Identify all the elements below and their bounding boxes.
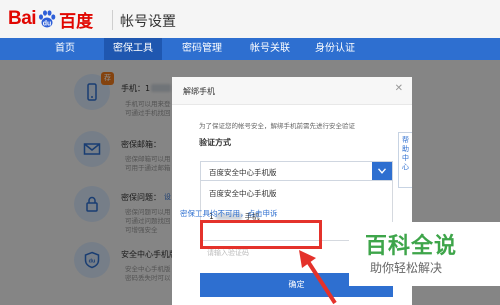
- page-title: 帐号设置: [120, 14, 176, 30]
- code-input-placeholder[interactable]: 请输入验证码: [207, 248, 249, 258]
- highlight-box: [200, 220, 322, 249]
- select-value: 百度安全中心手机版: [209, 168, 277, 177]
- logo-text-bai: Bai: [8, 8, 37, 29]
- paw-icon: du: [39, 10, 56, 28]
- dropdown-option[interactable]: 百度安全中心手机版: [209, 188, 277, 199]
- nav-item-password[interactable]: 密码管理: [172, 38, 232, 60]
- verify-method-select[interactable]: 百度安全中心手机版: [200, 161, 393, 181]
- nav-item-identity[interactable]: 身份认证: [305, 38, 365, 60]
- nav-item-home[interactable]: 首页: [40, 38, 90, 60]
- watermark-title: 百科全说: [365, 234, 458, 259]
- select-toggle[interactable]: [372, 162, 392, 180]
- arrow-icon: [299, 250, 337, 305]
- verify-method-label: 验证方式: [199, 138, 231, 147]
- help-center-tab[interactable]: 帮助中心: [398, 132, 412, 188]
- appeal-link[interactable]: 密保工具均不可用，点击申诉: [180, 208, 278, 219]
- dialog-header: 解绑手机 ✕: [172, 77, 412, 105]
- dialog-title: 解绑手机: [183, 87, 215, 96]
- main-nav: 首页 密保工具 密码管理 帐号关联 身份认证: [0, 38, 500, 60]
- svg-text:du: du: [43, 21, 52, 28]
- header: Bai du 百度 帐号设置: [0, 0, 500, 38]
- nav-item-account-link[interactable]: 帐号关联: [240, 38, 300, 60]
- security-note: 为了保证您的帐号安全，解绑手机前需先进行安全验证: [199, 122, 355, 130]
- logo-text-chinese: 百度: [59, 11, 94, 32]
- nav-item-security-tools[interactable]: 密保工具: [104, 38, 162, 60]
- chevron-down-icon: [378, 168, 386, 174]
- baidu-logo[interactable]: Bai du 百度: [8, 7, 94, 32]
- logo-divider: [112, 10, 113, 30]
- watermark-subtitle: 助你轻松解决: [370, 261, 443, 275]
- close-icon[interactable]: ✕: [395, 84, 403, 94]
